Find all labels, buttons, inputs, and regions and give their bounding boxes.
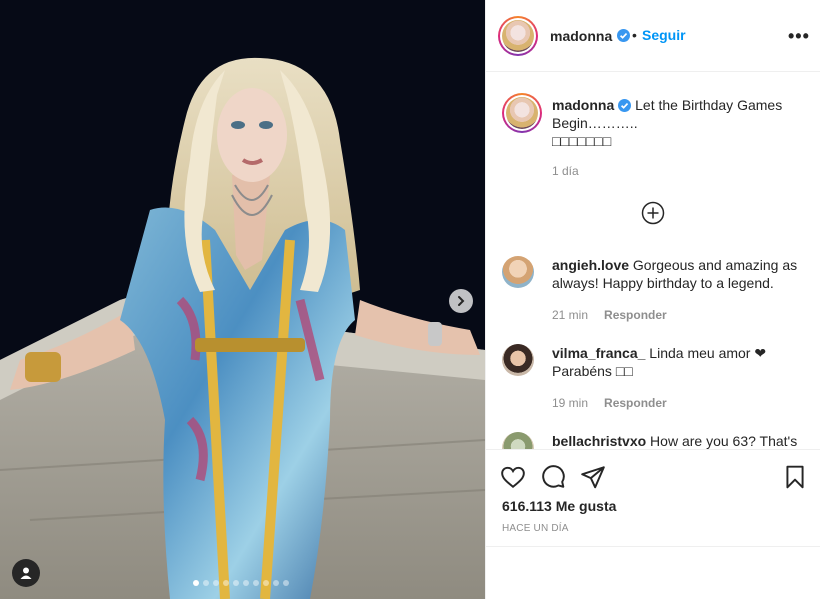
carousel-dot — [233, 580, 239, 586]
carousel-dot — [283, 580, 289, 586]
comment-item: angieh.love Gorgeous and amazing as alwa… — [502, 256, 812, 326]
bookmark-icon[interactable] — [782, 464, 808, 490]
user-icon — [20, 567, 32, 579]
likes-count[interactable]: 616.113 Me gusta — [502, 498, 616, 514]
comment-avatar[interactable] — [502, 256, 534, 288]
carousel-dot — [273, 580, 279, 586]
comment-username[interactable]: vilma_franca_ — [552, 345, 645, 361]
comment-text-block: vilma_franca_ Linda meu amor ❤ Parabéns … — [552, 344, 812, 380]
reply-button[interactable]: Responder — [604, 308, 667, 322]
caption-time[interactable]: 1 día — [552, 164, 579, 178]
comment-text-block: angieh.love Gorgeous and amazing as alwa… — [552, 256, 812, 292]
carousel-dot — [223, 580, 229, 586]
carousel-dot — [213, 580, 219, 586]
comment-avatar[interactable] — [502, 432, 534, 449]
comment-item: vilma_franca_ Linda meu amor ❤ Parabéns … — [502, 344, 812, 414]
comment-text: How are you 63? That's — [650, 433, 798, 449]
carousel-dot — [263, 580, 269, 586]
share-icon[interactable] — [580, 464, 606, 490]
comment-avatar[interactable] — [502, 344, 534, 376]
post-header: madonna • Seguir ••• — [486, 0, 820, 72]
author-avatar[interactable] — [498, 16, 538, 56]
more-options-button[interactable]: ••• — [788, 26, 810, 47]
comments-list: madonna Let the Birthday Games Begin……….… — [486, 73, 820, 449]
carousel-dot — [243, 580, 249, 586]
chevron-right-icon — [458, 296, 465, 306]
post-side-panel: madonna • Seguir ••• madonna Let the Bir… — [485, 0, 820, 599]
post-photo[interactable] — [0, 0, 485, 599]
comment-item: bellachristvxo How are you 63? That's — [502, 432, 812, 449]
comment-meta: 19 min Responder — [552, 396, 667, 410]
heart-icon[interactable] — [500, 464, 526, 490]
comment-time[interactable]: 21 min — [552, 308, 588, 322]
tagged-users-button[interactable] — [12, 559, 40, 587]
author-username[interactable]: madonna — [550, 28, 612, 44]
carousel-dot — [253, 580, 259, 586]
caption-avatar[interactable] — [502, 93, 542, 133]
caption: madonna Let the Birthday Games Begin……….… — [502, 93, 812, 203]
comment-time[interactable]: 19 min — [552, 396, 588, 410]
reply-button[interactable]: Responder — [604, 396, 667, 410]
comment-username[interactable]: angieh.love — [552, 257, 629, 273]
post-actions: 616.113 Me gusta HACE UN DÍA — [486, 449, 820, 599]
comment-icon[interactable] — [540, 464, 566, 490]
add-comment-area[interactable] — [486, 546, 820, 599]
verified-badge-icon — [618, 99, 632, 112]
verified-badge-icon — [617, 29, 630, 42]
caption-username[interactable]: madonna — [552, 97, 614, 113]
carousel-indicator — [193, 580, 289, 586]
load-more-comments-icon[interactable] — [641, 201, 665, 225]
caption-text-emoji: □□□□□□□ — [552, 133, 612, 149]
comment-username[interactable]: bellachristvxo — [552, 433, 646, 449]
caption-text-block: madonna Let the Birthday Games Begin……….… — [552, 96, 812, 150]
separator-dot: • — [632, 27, 637, 43]
comment-meta: 21 min Responder — [552, 308, 667, 322]
carousel-dot — [193, 580, 199, 586]
post-image — [0, 0, 485, 599]
post-timestamp[interactable]: HACE UN DÍA — [502, 523, 569, 534]
comment-text-block: bellachristvxo How are you 63? That's — [552, 432, 812, 449]
carousel-dot — [203, 580, 209, 586]
carousel-next-button[interactable] — [449, 289, 473, 313]
follow-button[interactable]: Seguir — [642, 27, 686, 43]
